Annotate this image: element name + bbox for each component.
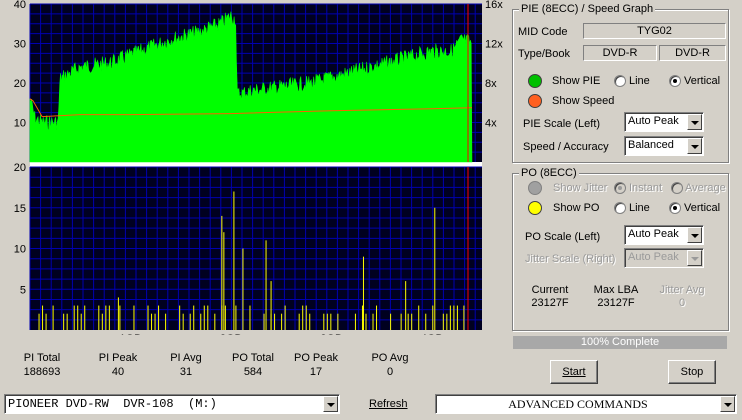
jitter-avg-value: 0: [678, 297, 686, 309]
po-y-tick-label: 5: [20, 284, 26, 296]
po-scale-value: Auto Peak: [628, 228, 679, 240]
stat-value: 584: [243, 366, 263, 378]
stat-label: PO Total: [232, 352, 274, 364]
mid-code-value: TYG02: [583, 23, 726, 39]
start-button-label: Start: [562, 366, 586, 378]
po-vertical-radio[interactable]: [669, 202, 681, 214]
current-value: 23127F: [531, 297, 569, 309]
chevron-down-icon[interactable]: [687, 114, 702, 130]
jitter-scale-select: Auto Peak: [624, 248, 704, 268]
drive-value: PIONEER DVD-RW DVR-108 (M:): [8, 397, 217, 411]
advanced-commands-select[interactable]: ADVANCED COMMANDS: [435, 394, 737, 414]
jitter-scale-label: Jitter Scale (Right): [525, 253, 616, 265]
jitter-average-radio: [671, 182, 683, 194]
po-vertical-label[interactable]: Vertical: [684, 202, 720, 214]
stat-label: PI Avg: [170, 352, 202, 364]
chevron-down-icon: [687, 250, 702, 266]
stop-button[interactable]: Stop: [668, 360, 716, 384]
y-axis-tick-label: 40: [14, 0, 26, 11]
speed-accuracy-label: Speed / Accuracy: [523, 141, 609, 153]
chevron-down-icon[interactable]: [323, 396, 338, 412]
pie-color-icon[interactable]: [528, 74, 542, 88]
stat-label: PI Total: [23, 352, 61, 364]
y-right-tick-label: 4x: [485, 118, 497, 130]
y-axis-tick-label: 30: [14, 39, 26, 51]
speed-accuracy-select[interactable]: Balanced: [624, 136, 704, 156]
progress-bar: 100% Complete: [513, 336, 727, 349]
jitter-instant-label: Instant: [629, 182, 663, 194]
advanced-commands-value: ADVANCED COMMANDS: [508, 397, 648, 411]
po-scale-select[interactable]: Auto Peak: [624, 225, 704, 245]
max-lba-label: Max LBA: [593, 284, 639, 296]
stat-value: 188693: [23, 366, 61, 378]
stat-value: 31: [179, 366, 193, 378]
jitter-scale-value: Auto Peak: [628, 251, 679, 263]
show-jitter-label: Show Jitter: [553, 182, 608, 194]
jitter-avg-label: Jitter Avg: [659, 284, 705, 296]
current-label: Current: [531, 284, 569, 296]
pie-line-label[interactable]: Line: [629, 75, 650, 87]
refresh-link[interactable]: Refresh: [369, 398, 408, 410]
drive-select[interactable]: PIONEER DVD-RW DVR-108 (M:): [4, 394, 340, 414]
pie-line-radio[interactable]: [614, 75, 626, 87]
show-po-label[interactable]: Show PO: [553, 202, 599, 214]
jitter-color-icon: [528, 181, 542, 195]
stat-label: PO Peak: [293, 352, 339, 364]
stat-value: 0: [386, 366, 394, 378]
graph-area: 40 30 20 10 16x 12x 8x 4x 20 15 10 5 1GB 2GB 3GB 4GB: [0, 0, 512, 345]
mid-code-label: MID Code: [518, 26, 568, 38]
chevron-down-icon[interactable]: [687, 138, 702, 154]
pie-po-graph: 40 30 20 10 16x 12x 8x 4x 20 15 10 5 1GB 2GB 3GB 4GB: [14, 0, 503, 345]
x-axis-tick-label: 4GB: [421, 333, 443, 335]
speed-color-icon[interactable]: [528, 94, 542, 108]
po-panel-title: PO (8ECC): [519, 167, 579, 179]
start-button[interactable]: Start: [550, 360, 598, 384]
chevron-down-icon[interactable]: [687, 227, 702, 243]
po-y-tick-label: 20: [14, 162, 26, 174]
y-right-tick-label: 12x: [485, 39, 503, 51]
stop-button-label: Stop: [680, 366, 704, 378]
po-color-icon[interactable]: [528, 201, 542, 215]
pie-vertical-radio[interactable]: [669, 75, 681, 87]
y-axis-tick-label: 20: [14, 78, 26, 90]
disc-type-value: DVD-R: [583, 45, 657, 61]
graph-separator: [30, 162, 482, 167]
po-y-tick-label: 15: [14, 203, 26, 215]
pie-vertical-label[interactable]: Vertical: [684, 75, 720, 87]
stat-label: PO Avg: [371, 352, 409, 364]
stat-value: 17: [309, 366, 323, 378]
speed-accuracy-value: Balanced: [628, 139, 674, 151]
pie-scale-label: PIE Scale (Left): [523, 118, 601, 130]
type-book-label: Type/Book: [518, 48, 570, 60]
jitter-instant-radio: [614, 182, 626, 194]
jitter-average-label: Average: [685, 182, 726, 194]
po-line-label[interactable]: Line: [629, 202, 650, 214]
po-y-tick-label: 10: [14, 244, 26, 256]
stat-value: 40: [111, 366, 125, 378]
stat-label: PI Peak: [98, 352, 138, 364]
y-axis-tick-label: 10: [14, 118, 26, 130]
book-type-value: DVD-R: [659, 45, 726, 61]
show-speed-label[interactable]: Show Speed: [552, 95, 614, 107]
max-lba-value: 23127F: [597, 297, 635, 309]
show-pie-label[interactable]: Show PIE: [552, 75, 600, 87]
x-axis-tick-label: 2GB: [220, 333, 242, 335]
po-scale-label: PO Scale (Left): [525, 231, 601, 243]
y-right-tick-label: 16x: [485, 0, 503, 11]
x-axis-tick-label: 3GB: [320, 333, 342, 335]
pie-scale-value: Auto Peak: [628, 115, 679, 127]
pie-panel-title: PIE (8ECC) / Speed Graph: [519, 3, 656, 15]
po-line-radio[interactable]: [614, 202, 626, 214]
progress-text: 100% Complete: [580, 336, 660, 348]
y-right-tick-label: 8x: [485, 78, 497, 90]
x-axis-tick-label: 1GB: [119, 333, 141, 335]
chevron-down-icon[interactable]: [720, 396, 735, 412]
pie-scale-select[interactable]: Auto Peak: [624, 112, 704, 132]
